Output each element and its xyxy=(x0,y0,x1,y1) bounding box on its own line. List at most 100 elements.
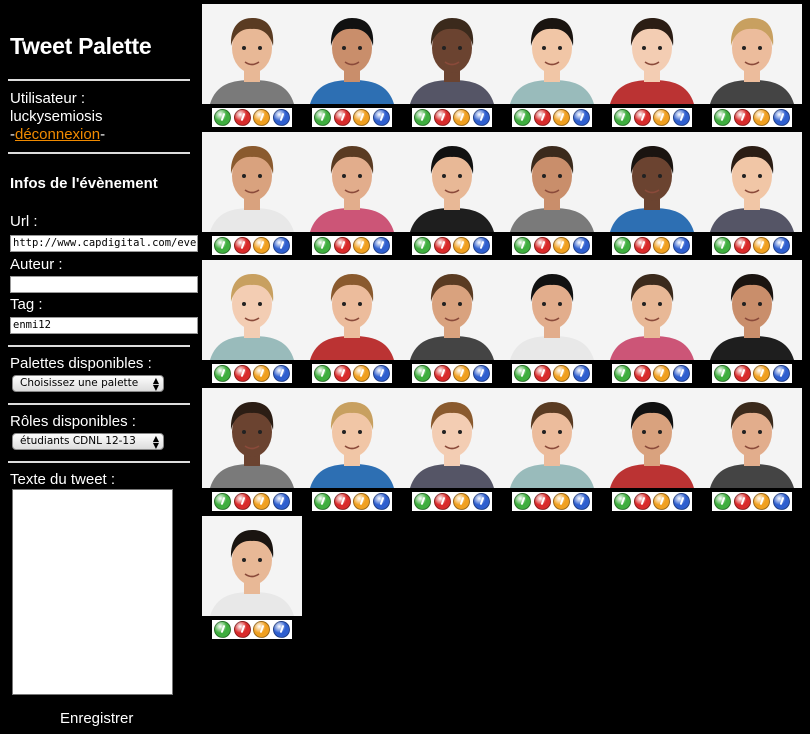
green-round-icon[interactable] xyxy=(414,493,432,510)
orange-round-icon[interactable] xyxy=(553,109,571,126)
green-round-icon[interactable] xyxy=(414,365,432,382)
green-round-icon[interactable] xyxy=(214,621,232,638)
orange-round-icon[interactable] xyxy=(353,493,371,510)
orange-round-icon[interactable] xyxy=(653,109,671,126)
red-round-icon[interactable] xyxy=(233,109,251,126)
tag-input[interactable]: enmi12 xyxy=(10,317,198,334)
orange-round-icon[interactable] xyxy=(453,493,471,510)
red-round-icon[interactable] xyxy=(333,237,351,254)
blue-round-icon[interactable] xyxy=(272,493,290,510)
red-round-icon[interactable] xyxy=(233,621,251,638)
red-round-icon[interactable] xyxy=(633,493,651,510)
blue-round-icon[interactable] xyxy=(272,109,290,126)
orange-round-icon[interactable] xyxy=(653,493,671,510)
orange-round-icon[interactable] xyxy=(653,365,671,382)
role-select[interactable]: étudiants CDNL 12-13 ▲ ▼ xyxy=(12,433,164,450)
green-round-icon[interactable] xyxy=(414,109,432,126)
orange-round-icon[interactable] xyxy=(353,237,371,254)
green-round-icon[interactable] xyxy=(314,493,332,510)
red-round-icon[interactable] xyxy=(633,365,651,382)
red-round-icon[interactable] xyxy=(533,237,551,254)
blue-round-icon[interactable] xyxy=(672,365,690,382)
blue-round-icon[interactable] xyxy=(672,109,690,126)
blue-round-icon[interactable] xyxy=(372,237,390,254)
blue-round-icon[interactable] xyxy=(572,109,590,126)
orange-round-icon[interactable] xyxy=(253,237,271,254)
red-round-icon[interactable] xyxy=(233,365,251,382)
red-round-icon[interactable] xyxy=(533,365,551,382)
orange-round-icon[interactable] xyxy=(253,109,271,126)
blue-round-icon[interactable] xyxy=(372,493,390,510)
blue-round-icon[interactable] xyxy=(772,237,790,254)
red-round-icon[interactable] xyxy=(333,365,351,382)
palette-select[interactable]: Choisissez une palette ▲ ▼ xyxy=(12,375,164,392)
green-round-icon[interactable] xyxy=(314,109,332,126)
blue-round-icon[interactable] xyxy=(772,109,790,126)
red-round-icon[interactable] xyxy=(733,109,751,126)
red-round-icon[interactable] xyxy=(333,109,351,126)
blue-round-icon[interactable] xyxy=(272,621,290,638)
blue-round-icon[interactable] xyxy=(472,365,490,382)
orange-round-icon[interactable] xyxy=(453,365,471,382)
red-round-icon[interactable] xyxy=(533,493,551,510)
green-round-icon[interactable] xyxy=(214,109,232,126)
red-round-icon[interactable] xyxy=(433,365,451,382)
green-round-icon[interactable] xyxy=(714,365,732,382)
url-input[interactable]: http://www.capdigital.com/evene xyxy=(10,235,198,252)
green-round-icon[interactable] xyxy=(314,365,332,382)
blue-round-icon[interactable] xyxy=(272,237,290,254)
red-round-icon[interactable] xyxy=(433,109,451,126)
orange-round-icon[interactable] xyxy=(753,237,771,254)
blue-round-icon[interactable] xyxy=(472,237,490,254)
orange-round-icon[interactable] xyxy=(753,493,771,510)
green-round-icon[interactable] xyxy=(414,237,432,254)
blue-round-icon[interactable] xyxy=(572,493,590,510)
red-round-icon[interactable] xyxy=(733,365,751,382)
orange-round-icon[interactable] xyxy=(453,237,471,254)
orange-round-icon[interactable] xyxy=(253,493,271,510)
red-round-icon[interactable] xyxy=(733,493,751,510)
orange-round-icon[interactable] xyxy=(753,365,771,382)
green-round-icon[interactable] xyxy=(714,109,732,126)
blue-round-icon[interactable] xyxy=(472,109,490,126)
blue-round-icon[interactable] xyxy=(772,493,790,510)
tweet-textarea[interactable] xyxy=(12,489,173,695)
orange-round-icon[interactable] xyxy=(353,365,371,382)
orange-round-icon[interactable] xyxy=(553,237,571,254)
green-round-icon[interactable] xyxy=(714,493,732,510)
blue-round-icon[interactable] xyxy=(372,109,390,126)
green-round-icon[interactable] xyxy=(314,237,332,254)
red-round-icon[interactable] xyxy=(433,237,451,254)
red-round-icon[interactable] xyxy=(233,493,251,510)
green-round-icon[interactable] xyxy=(214,493,232,510)
blue-round-icon[interactable] xyxy=(472,493,490,510)
orange-round-icon[interactable] xyxy=(753,109,771,126)
red-round-icon[interactable] xyxy=(533,109,551,126)
blue-round-icon[interactable] xyxy=(272,365,290,382)
blue-round-icon[interactable] xyxy=(672,237,690,254)
orange-round-icon[interactable] xyxy=(453,109,471,126)
green-round-icon[interactable] xyxy=(514,237,532,254)
green-round-icon[interactable] xyxy=(514,365,532,382)
logout-link[interactable]: déconnexion xyxy=(15,126,100,143)
blue-round-icon[interactable] xyxy=(372,365,390,382)
blue-round-icon[interactable] xyxy=(572,237,590,254)
orange-round-icon[interactable] xyxy=(353,109,371,126)
green-round-icon[interactable] xyxy=(214,237,232,254)
red-round-icon[interactable] xyxy=(733,237,751,254)
author-input[interactable] xyxy=(10,276,198,293)
orange-round-icon[interactable] xyxy=(253,621,271,638)
blue-round-icon[interactable] xyxy=(672,493,690,510)
blue-round-icon[interactable] xyxy=(772,365,790,382)
green-round-icon[interactable] xyxy=(614,493,632,510)
green-round-icon[interactable] xyxy=(514,493,532,510)
green-round-icon[interactable] xyxy=(614,365,632,382)
red-round-icon[interactable] xyxy=(233,237,251,254)
orange-round-icon[interactable] xyxy=(553,493,571,510)
green-round-icon[interactable] xyxy=(614,237,632,254)
blue-round-icon[interactable] xyxy=(572,365,590,382)
red-round-icon[interactable] xyxy=(633,109,651,126)
green-round-icon[interactable] xyxy=(214,365,232,382)
orange-round-icon[interactable] xyxy=(653,237,671,254)
red-round-icon[interactable] xyxy=(433,493,451,510)
